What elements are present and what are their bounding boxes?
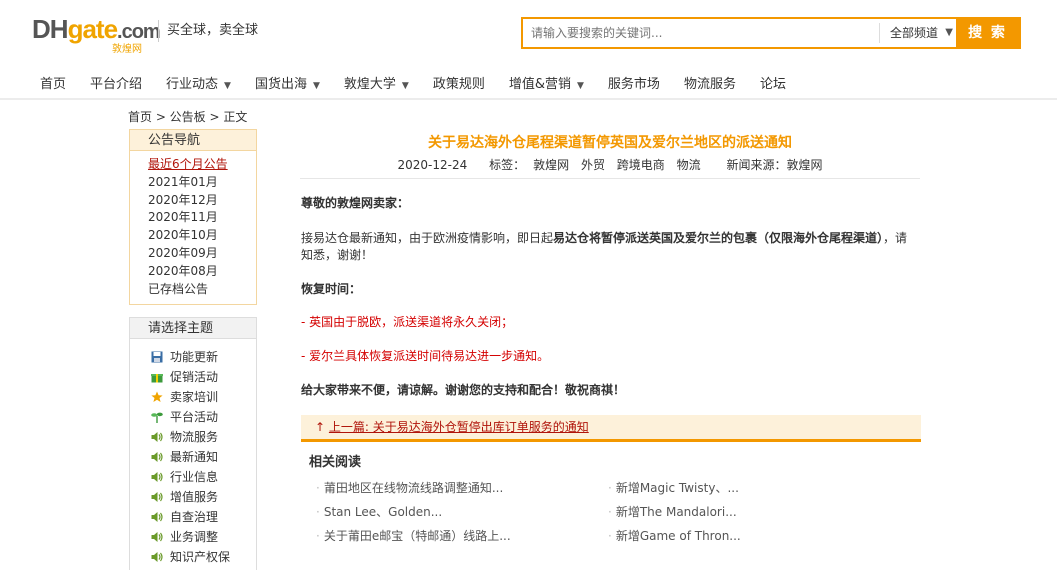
nav-item-policy[interactable]: 政策规则 [421, 74, 497, 96]
topic-panel-title: 请选择主题 [130, 318, 256, 339]
related-item[interactable]: · 关于莆田e邮宝（特邮通）线路上... [316, 527, 511, 544]
related-item[interactable]: · 新增Game of Thron... [608, 527, 741, 544]
article-tag[interactable]: 敦煌网 [533, 158, 569, 172]
dhgate-logo[interactable]: DHgate.com 敦煌网 [32, 14, 161, 55]
recovery-label: 恢复时间： [301, 282, 362, 296]
search-channel-select[interactable]: 全部频道 ▼ [879, 23, 959, 43]
speaker-icon [150, 550, 164, 564]
related-item[interactable]: · 新增The Mandalori... [608, 503, 737, 520]
speaker-icon [150, 490, 164, 504]
article-body: 接易达仓最新通知，由于欧洲疫情影响，即日起易达仓将暂停派送英国及爱尔兰的包裹（仅… [301, 231, 908, 262]
main-nav: 首页 平台介绍 行业动态 ▼ 国货出海 ▼ 敦煌大学 ▼ 政策规则 增值&营销 ▼ 服务… [28, 74, 798, 96]
nav-item-logistics[interactable]: 物流服务 [672, 74, 748, 96]
article-greeting: 尊敬的敦煌网卖家： [301, 196, 410, 210]
speaker-icon [150, 470, 164, 484]
chevron-down-icon: ▼ [577, 81, 584, 91]
nav-item-service-market[interactable]: 服务市场 [596, 74, 672, 96]
topic-item-latest-notice[interactable]: 最新通知 [150, 447, 256, 467]
sprout-icon [150, 410, 164, 424]
chevron-down-icon: ▼ [945, 27, 953, 38]
notice-nav-item[interactable]: 2020年09月 [148, 245, 256, 263]
topic-item-platform-activity[interactable]: 平台活动 [150, 407, 256, 427]
star-icon [150, 390, 164, 404]
nav-item-dh-university[interactable]: 敦煌大学 ▼ [332, 74, 421, 96]
article-date: 2020-12-24 [397, 158, 468, 172]
nav-item-value-marketing[interactable]: 增值&营销 ▼ [497, 74, 596, 96]
notice-nav-item[interactable]: 2021年01月 [148, 174, 256, 192]
chevron-down-icon: ▼ [401, 81, 409, 91]
related-item[interactable]: · 新增Magic Twisty、... [608, 479, 739, 496]
speaker-icon [150, 430, 164, 444]
search-button[interactable]: 搜 索 [956, 19, 1019, 47]
topic-item-business-adjustment[interactable]: 业务调整 [150, 527, 256, 547]
notice-nav-title: 公告导航 [130, 130, 256, 151]
recovery-line-uk: - 英国由于脱欧，派送渠道将永久关闭； [301, 315, 514, 329]
site-slogan: 买全球，卖全球 [158, 20, 258, 42]
topic-item-self-governance[interactable]: 自查治理 [150, 507, 256, 527]
gift-icon [150, 370, 164, 384]
speaker-icon [150, 510, 164, 524]
search-bar: 全部频道 ▼ 搜 索 [521, 17, 1021, 49]
recovery-line-ireland: - 爱尔兰具体恢复派送时间待易达进一步通知。 [301, 349, 550, 363]
nav-item-home[interactable]: 首页 [28, 74, 78, 96]
up-arrow-icon: ↑ [315, 420, 326, 434]
article-tag[interactable]: 跨境电商 [617, 158, 665, 172]
speaker-icon [150, 450, 164, 464]
topic-item-seller-training[interactable]: 卖家培训 [150, 387, 256, 407]
notice-nav-item[interactable]: 2020年12月 [148, 192, 256, 210]
article-tag[interactable]: 外贸 [581, 158, 605, 172]
notice-nav-item[interactable]: 2020年10月 [148, 227, 256, 245]
chevron-down-icon: ▼ [224, 81, 231, 91]
chevron-down-icon: ▼ [312, 81, 320, 91]
notice-nav-item[interactable]: 2020年11月 [148, 209, 256, 227]
related-item[interactable]: · 莆田地区在线物流线路调整通知... [316, 479, 503, 496]
notice-nav-panel: 公告导航 最近6个月公告 2021年01月 2020年12月 2020年11月 … [129, 129, 257, 305]
article-title: 关于易达海外仓尾程渠道暂停英国及爱尔兰地区的派送通知 [428, 135, 792, 151]
search-channel-label: 全部频道 [890, 26, 939, 40]
topic-panel: 请选择主题 功能更新 促销活动 卖家培训 平台活动 物流服务 最新通知 行业信息 [129, 317, 257, 570]
article-tag[interactable]: 物流 [677, 158, 701, 172]
topic-item-value-service[interactable]: 增值服务 [150, 487, 256, 507]
nav-item-industry[interactable]: 行业动态 ▼ [154, 74, 243, 96]
topic-item-ip-protection[interactable]: 知识产权保 [150, 547, 256, 567]
search-input[interactable] [523, 19, 879, 47]
related-item[interactable]: · Stan Lee、Golden... [316, 503, 442, 520]
article-tags-label: 标签： [489, 158, 526, 172]
topic-item-industry-info[interactable]: 行业信息 [150, 467, 256, 487]
breadcrumb[interactable]: 首页 > 公告板 > 正文 [128, 108, 247, 125]
related-reading-title: 相关阅读 [309, 455, 362, 470]
topic-item-promotion[interactable]: 促销活动 [150, 367, 256, 387]
title-divider [300, 178, 920, 179]
topic-item-logistics[interactable]: 物流服务 [150, 427, 256, 447]
speaker-icon [150, 530, 164, 544]
previous-article-link[interactable]: 上一篇: 关于易达海外仓暂停出库订单服务的通知 [329, 420, 589, 434]
nav-item-goods-overseas[interactable]: 国货出海 ▼ [243, 74, 332, 96]
article-closing: 给大家带来不便，请谅解。谢谢您的支持和配合！敬祝商祺！ [301, 383, 626, 397]
topic-item-feature-update[interactable]: 功能更新 [150, 347, 256, 367]
article-meta: 2020-12-24 标签： 敦煌网 外贸 跨境电商 物流 新闻来源：敦煌网 [300, 156, 920, 173]
article-source: 新闻来源：敦煌网 [726, 158, 823, 172]
site-header: DHgate.com 敦煌网 买全球，卖全球 全部频道 ▼ 搜 索 首页 平台介… [0, 0, 1057, 100]
previous-article-bar: ↑ 上一篇: 关于易达海外仓暂停出库订单服务的通知 [301, 415, 921, 442]
logo-subtitle: 敦煌网 [112, 44, 142, 55]
nav-item-forum[interactable]: 论坛 [748, 74, 798, 96]
nav-item-platform[interactable]: 平台介绍 [78, 74, 154, 96]
floppy-icon [150, 350, 164, 364]
notice-nav-item[interactable]: 最近6个月公告 [148, 156, 256, 174]
notice-nav-item[interactable]: 已存档公告 [148, 281, 256, 299]
notice-nav-item[interactable]: 2020年08月 [148, 263, 256, 281]
